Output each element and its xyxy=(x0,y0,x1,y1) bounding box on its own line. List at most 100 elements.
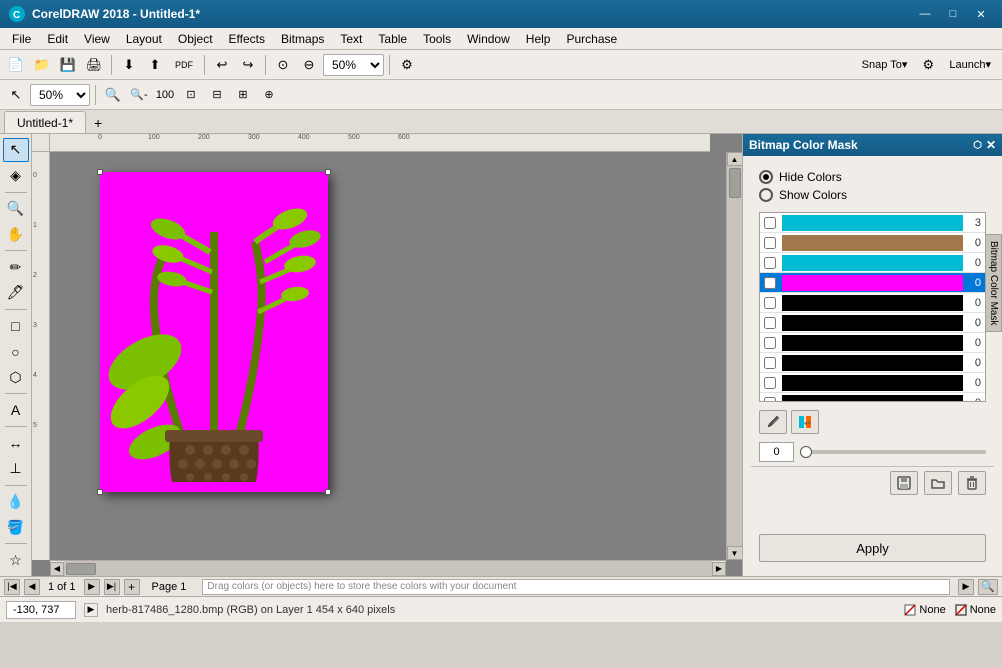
hide-colors-row[interactable]: Hide Colors xyxy=(759,170,986,184)
tab-untitled[interactable]: Untitled-1* xyxy=(4,111,86,133)
publish-pdf-btn[interactable]: PDF xyxy=(169,53,199,77)
pick-tool[interactable]: ↖ xyxy=(4,83,28,107)
color-row-7[interactable]: 0 xyxy=(760,353,985,373)
color-list[interactable]: 3 0 0 0 xyxy=(759,212,986,402)
smart-draw-tool[interactable]: 🖊 xyxy=(3,281,29,305)
handle-bl[interactable] xyxy=(97,489,103,495)
show-colors-row[interactable]: Show Colors xyxy=(759,188,986,202)
color-row-1[interactable]: 0 xyxy=(760,233,985,253)
expand-btn[interactable]: ▶ xyxy=(84,603,98,617)
color-row-3[interactable]: 0 xyxy=(760,273,985,293)
menu-item-table[interactable]: Table xyxy=(370,30,415,48)
freehand-tool[interactable]: ✏ xyxy=(3,255,29,279)
scroll-page-right[interactable]: ▶ xyxy=(958,579,974,595)
options-btn[interactable]: ⚙ xyxy=(395,53,419,77)
color-row-6[interactable]: 0 xyxy=(760,333,985,353)
minimize-button[interactable]: — xyxy=(912,4,938,24)
shape-tool[interactable]: ◈ xyxy=(3,164,29,188)
tolerance-slider-thumb[interactable] xyxy=(800,446,812,458)
canvas-area[interactable]: 0 100 200 300 400 500 600 pixels 0 1 2 3… xyxy=(32,134,742,576)
menu-item-bitmaps[interactable]: Bitmaps xyxy=(273,30,332,48)
scrollbar-right[interactable]: ▲ ▼ xyxy=(726,152,742,560)
zoom-fit-sel[interactable]: ⊞ xyxy=(231,83,255,107)
panel-float-btn[interactable]: ⬡ xyxy=(973,140,982,151)
menu-item-effects[interactable]: Effects xyxy=(221,30,273,48)
check-8[interactable] xyxy=(760,373,780,393)
pan-tool[interactable]: ✋ xyxy=(3,222,29,246)
menu-item-edit[interactable]: Edit xyxy=(39,30,76,48)
menu-item-layout[interactable]: Layout xyxy=(118,30,170,48)
ellipse-tool[interactable]: ○ xyxy=(3,340,29,364)
menu-item-purchase[interactable]: Purchase xyxy=(558,30,625,48)
connector-tool[interactable]: ⊥ xyxy=(3,457,29,481)
color-row-2[interactable]: 0 xyxy=(760,253,985,273)
selection-tool[interactable]: ↖ xyxy=(3,138,29,162)
menu-item-help[interactable]: Help xyxy=(518,30,559,48)
zoom-fit-btn[interactable]: ⊙ xyxy=(271,53,295,77)
scrollbar-bottom[interactable]: ◀ ▶ xyxy=(50,560,726,576)
rectangle-tool[interactable]: □ xyxy=(3,314,29,338)
zoom-100[interactable]: 100 xyxy=(153,83,177,107)
tab-add-button[interactable]: + xyxy=(88,113,108,133)
check-3[interactable] xyxy=(760,273,780,293)
text-tool[interactable]: A xyxy=(3,398,29,422)
snap-to-btn[interactable]: Snap To ▾ xyxy=(855,53,915,77)
undo-btn[interactable]: ↩ xyxy=(210,53,234,77)
scroll-left-btn[interactable]: ◀ xyxy=(50,562,64,576)
save-mask-btn[interactable] xyxy=(890,471,918,495)
zoom-select[interactable]: 50% 75% 100% xyxy=(323,54,384,76)
prev-page-btn[interactable]: ◀ xyxy=(24,579,40,595)
menu-item-file[interactable]: File xyxy=(4,30,39,48)
zoom-in-t[interactable]: 🔍 xyxy=(101,83,125,107)
maximize-button[interactable]: □ xyxy=(940,4,966,24)
handle-br[interactable] xyxy=(325,489,331,495)
show-colors-radio[interactable] xyxy=(759,188,773,202)
print-btn[interactable]: 🖨 xyxy=(82,53,106,77)
check-7[interactable] xyxy=(760,353,780,373)
handle-tr[interactable] xyxy=(325,169,331,175)
tolerance-slider[interactable] xyxy=(800,450,986,454)
tolerance-input[interactable] xyxy=(759,442,794,462)
settings-btn[interactable]: ⚙ xyxy=(916,53,940,77)
last-page-btn[interactable]: ▶| xyxy=(104,579,120,595)
open-btn[interactable]: 📁 xyxy=(30,53,54,77)
zoom-fit-width[interactable]: ⊟ xyxy=(205,83,229,107)
add-page-btn[interactable]: + xyxy=(124,579,140,595)
apply-button[interactable]: Apply xyxy=(759,534,986,562)
scroll-thumb-v[interactable] xyxy=(729,168,741,198)
polygon-tool[interactable]: ⬡ xyxy=(3,365,29,389)
handle-tl[interactable] xyxy=(97,169,103,175)
first-page-btn[interactable]: |◀ xyxy=(4,579,20,595)
zoom-out-btn[interactable]: ⊖ xyxy=(297,53,321,77)
color-row-8[interactable]: 0 xyxy=(760,373,985,393)
scroll-down-btn[interactable]: ▼ xyxy=(727,546,743,560)
fill-tool[interactable]: 🪣 xyxy=(3,515,29,539)
menu-item-tools[interactable]: Tools xyxy=(415,30,459,48)
scroll-thumb-h[interactable] xyxy=(66,563,96,575)
check-1[interactable] xyxy=(760,233,780,253)
menu-item-object[interactable]: Object xyxy=(170,30,221,48)
interactive-tool[interactable]: ☆ xyxy=(3,548,29,572)
delete-mask-btn[interactable] xyxy=(958,471,986,495)
hide-colors-radio[interactable] xyxy=(759,170,773,184)
zoom-full[interactable]: ⊕ xyxy=(257,83,281,107)
menu-item-view[interactable]: View xyxy=(76,30,118,48)
zoom-status-btn[interactable]: 🔍 xyxy=(978,579,998,595)
check-9[interactable] xyxy=(760,393,780,403)
new-btn[interactable]: 📄 xyxy=(4,53,28,77)
zoom-out-t[interactable]: 🔍- xyxy=(127,83,151,107)
import-btn[interactable]: ⬇ xyxy=(117,53,141,77)
load-mask-btn[interactable] xyxy=(924,471,952,495)
canvas-scroll-area[interactable] xyxy=(50,152,726,560)
menu-item-text[interactable]: Text xyxy=(332,30,370,48)
check-5[interactable] xyxy=(760,313,780,333)
check-6[interactable] xyxy=(760,333,780,353)
check-0[interactable] xyxy=(760,213,780,233)
bcm-side-tab[interactable]: Bitmap Color Mask xyxy=(985,234,1002,332)
redo-btn[interactable]: ↪ xyxy=(236,53,260,77)
menu-item-window[interactable]: Window xyxy=(459,30,518,48)
color-row-9[interactable]: 0 xyxy=(760,393,985,402)
scroll-right-btn[interactable]: ▶ xyxy=(712,562,726,576)
check-2[interactable] xyxy=(760,253,780,273)
zoom-tool[interactable]: 🔍 xyxy=(3,197,29,221)
